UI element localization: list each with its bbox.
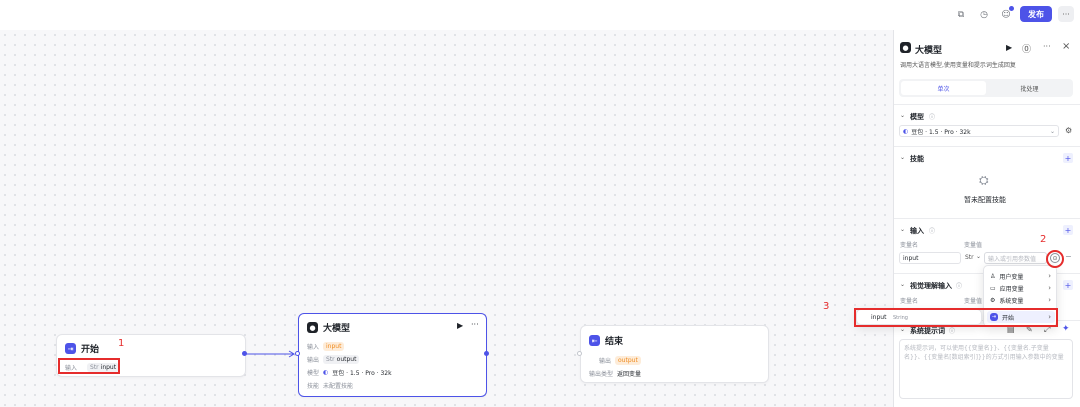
annotation-box-1: [58, 358, 120, 374]
end-output-label: 输出: [599, 358, 612, 365]
doubao-icon: ◐: [903, 127, 909, 135]
input-value-field[interactable]: 输入或引用参数值: [984, 252, 1047, 264]
col-var-name: 变量名: [900, 242, 919, 249]
vision-section-title: 视觉理解输入: [910, 282, 952, 290]
chevron-down-icon[interactable]: ⌄: [976, 253, 981, 260]
vision-col-name: 变量名: [900, 298, 919, 305]
close-icon[interactable]: ×: [1062, 41, 1070, 52]
end-input-port[interactable]: [577, 351, 582, 356]
user-icon: ♙: [990, 272, 996, 280]
skill-section-title: 技能: [910, 155, 924, 163]
chevron-right-icon: ›: [1048, 296, 1051, 304]
app-icon: ▭: [990, 284, 996, 292]
col-var-value: 变量值: [964, 242, 983, 249]
history-icon[interactable]: ◷: [978, 9, 990, 21]
run-icon[interactable]: ▶: [457, 321, 463, 330]
chevron-right-icon: ›: [1048, 284, 1051, 292]
llm-model-value: 豆包 · 1.5 · Pro · 32k: [332, 370, 392, 377]
doubao-icon: ◐: [323, 369, 329, 376]
system-prompt-field[interactable]: 系统提示词，可以使用{{变量名}}、{{变量名.子变量名}}、{{变量名[数组索…: [899, 339, 1073, 399]
llm-model-label: 模型: [307, 370, 320, 377]
panel-subtitle: 调用大语言模型,使用变量和提示词生成回复: [900, 62, 1016, 69]
skill-empty-text: 暂未配置技能: [964, 196, 1006, 204]
annotation-box-3: [854, 308, 1058, 327]
llm-input-chip: input: [323, 342, 345, 351]
more-options-button[interactable]: ···: [1058, 6, 1074, 22]
chevron-down-icon[interactable]: ⌄: [900, 226, 905, 233]
chevron-down-icon[interactable]: ⌄: [900, 154, 905, 161]
add-vision-input-button[interactable]: +: [1063, 280, 1073, 290]
magic-icon[interactable]: ✦: [1062, 324, 1070, 334]
chevron-right-icon: ›: [1048, 272, 1051, 280]
start-node-title: 开始: [81, 345, 100, 355]
annotation-number-1: 1: [118, 338, 125, 349]
model-select[interactable]: ◐ 豆包 · 1.5 · Pro · 32k ⌄: [899, 125, 1059, 137]
gear-icon: ⚙: [990, 296, 996, 304]
publish-button[interactable]: 发布: [1020, 6, 1052, 22]
settings-icon[interactable]: ⚙: [1065, 126, 1072, 135]
input-name-field[interactable]: input: [899, 252, 961, 264]
end-output-type-value: 返回变量: [617, 371, 642, 378]
model-section-title: 模型: [910, 113, 924, 121]
llm-output-value: output: [336, 356, 357, 363]
llm-skill-label: 技能: [307, 383, 320, 390]
add-input-button[interactable]: +: [1063, 225, 1073, 235]
more-icon[interactable]: ···: [471, 320, 479, 329]
annotation-circle-2: [1046, 250, 1064, 268]
info-icon: ⓘ: [956, 283, 963, 290]
menu-item-app-variables[interactable]: ▭ 应用变量 ›: [987, 282, 1055, 294]
more-icon[interactable]: ···: [1043, 42, 1051, 51]
llm-output-type: Str: [326, 356, 335, 363]
info-icon: ⓘ: [929, 228, 936, 235]
llm-output-port[interactable]: [484, 351, 489, 356]
llm-node-title: 大模型: [323, 324, 351, 334]
chevron-down-icon[interactable]: ⌄: [900, 326, 905, 333]
end-icon: ⇤: [589, 335, 600, 346]
end-output-type-label: 输出类型: [589, 371, 614, 378]
input-type-select[interactable]: Str: [965, 254, 974, 261]
llm-node[interactable]: ● 大模型 ▶ ··· 输入 input 输出 Str output 模型 ◐ …: [298, 313, 487, 397]
annotation-number-3: 3: [823, 301, 830, 312]
tab-batch[interactable]: 批处理: [988, 81, 1071, 95]
tab-single[interactable]: 单次: [901, 81, 986, 95]
run-icon[interactable]: ▶: [1006, 43, 1012, 52]
model-select-value: 豆包 · 1.5 · Pro · 32k: [911, 128, 971, 136]
start-output-port[interactable]: [242, 351, 247, 356]
chevron-down-icon[interactable]: ⌄: [900, 281, 905, 288]
add-skill-button[interactable]: +: [1063, 153, 1073, 163]
panel-title: 大模型: [915, 46, 943, 56]
mode-tabs: 单次 批处理: [899, 79, 1073, 97]
menu-item-system-variables[interactable]: ⚙ 系统变量 ›: [987, 294, 1055, 306]
system-prompt-title: 系统提示词: [910, 327, 945, 335]
notification-dot: [1009, 6, 1014, 11]
llm-skill-value: 未配置技能: [323, 383, 354, 390]
empty-skill-icon: ⛭: [979, 173, 989, 187]
remove-input-icon[interactable]: −: [1065, 252, 1072, 261]
annotation-number-2: 2: [1040, 234, 1047, 245]
llm-input-port[interactable]: [295, 351, 300, 356]
llm-input-label: 输入: [307, 344, 320, 351]
vision-col-value: 变量值: [964, 298, 983, 305]
info-icon: ⓘ: [929, 114, 936, 121]
copy-icon[interactable]: ⧉: [955, 9, 967, 21]
help-icon[interactable]: ⓪: [1022, 42, 1031, 55]
end-output-chip: output: [615, 356, 641, 365]
llm-icon: ●: [307, 322, 318, 333]
start-icon: ⇥: [65, 343, 76, 354]
info-icon: ⓘ: [949, 328, 956, 335]
node-config-panel: ● 大模型 ▶ ⓪ ··· × 调用大语言模型,使用变量和提示词生成回复 单次 …: [893, 30, 1080, 407]
input-section-title: 输入: [910, 227, 924, 235]
end-node[interactable]: ⇤ 结束 输出 output 输出类型 返回变量: [580, 325, 769, 383]
chevron-down-icon: ⌄: [1049, 127, 1055, 135]
end-node-title: 结束: [605, 337, 624, 347]
menu-item-user-variables[interactable]: ♙ 用户变量 ›: [987, 270, 1055, 282]
llm-output-label: 输出: [307, 357, 320, 364]
llm-icon: ●: [900, 42, 911, 53]
chevron-down-icon[interactable]: ⌄: [900, 112, 905, 119]
